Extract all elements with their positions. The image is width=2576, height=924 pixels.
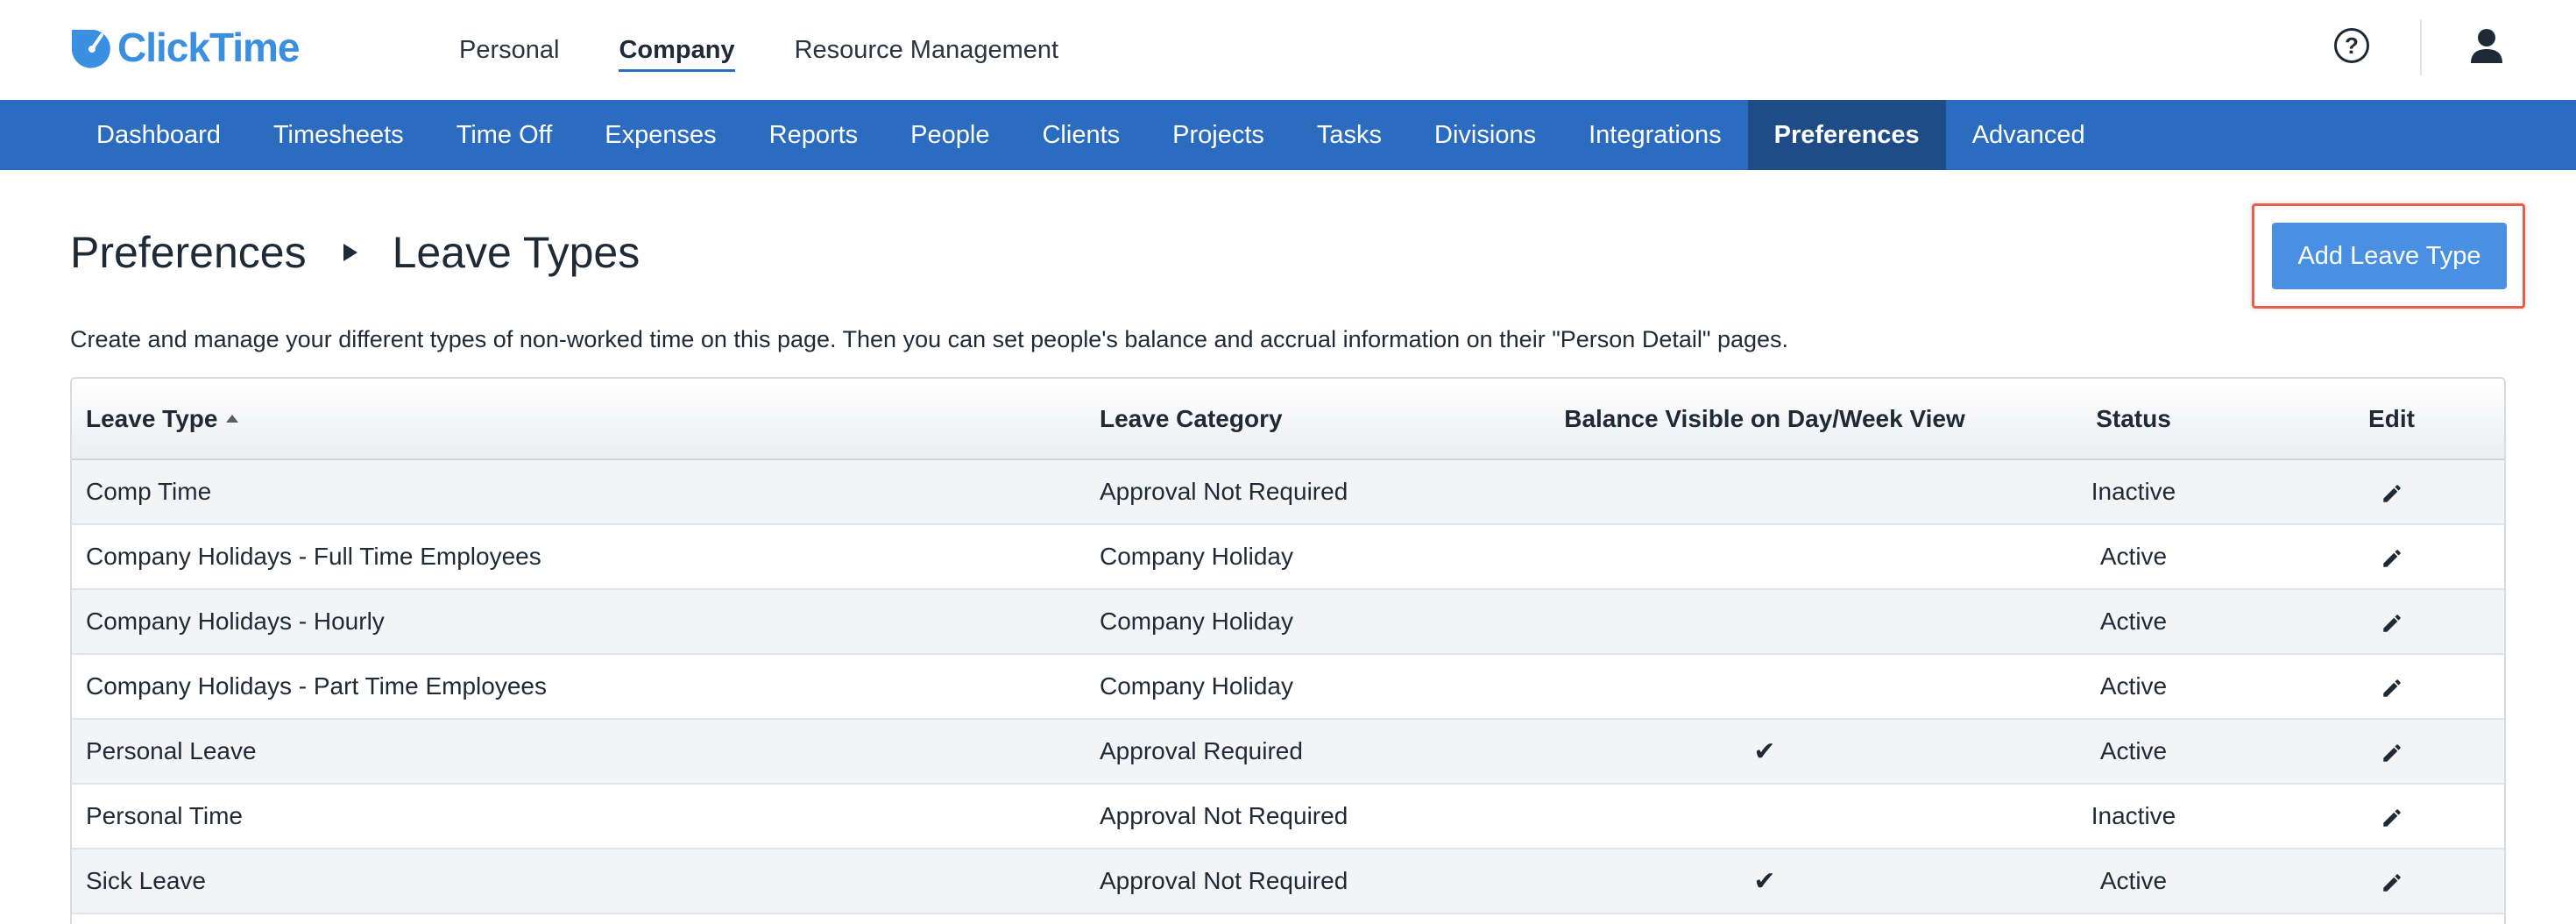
- cell-leave-category: Approval Not Required: [1086, 784, 1541, 849]
- topnav-company[interactable]: Company: [619, 0, 735, 100]
- page-description: Create and manage your different types o…: [70, 326, 1789, 352]
- subnav-reports[interactable]: Reports: [743, 100, 885, 170]
- topnav-personal[interactable]: Personal: [459, 0, 559, 100]
- subnav-people[interactable]: People: [884, 100, 1016, 170]
- cell-leave-category: Company Holiday: [1086, 524, 1541, 590]
- column-header-leave-category[interactable]: Leave Category: [1086, 379, 1541, 460]
- edit-pencil-icon[interactable]: [2381, 742, 2403, 764]
- top-bar: ClickTime Personal Company Resource Mana…: [0, 0, 2576, 100]
- edit-pencil-icon[interactable]: [2381, 482, 2403, 505]
- cell-balance-visible: [1541, 784, 1988, 849]
- cell-leave-type: Personal Leave: [72, 719, 1086, 785]
- cell-edit: [2279, 784, 2504, 849]
- cell-leave-type: Sick Leave: [72, 849, 1086, 914]
- column-header-status[interactable]: Status: [1988, 379, 2279, 460]
- breadcrumb-preferences[interactable]: Preferences: [70, 224, 307, 281]
- cell-status: Active: [1988, 849, 2279, 914]
- subnav-divisions[interactable]: Divisions: [1408, 100, 1562, 170]
- cell-balance-visible: [1541, 589, 1988, 655]
- table-row: Personal Time Approval Not Required Inacti…: [72, 784, 2504, 849]
- edit-pencil-icon[interactable]: [2381, 871, 2403, 894]
- cell-balance-visible: [1541, 459, 1988, 525]
- subnav-dashboard[interactable]: Dashboard: [70, 100, 247, 170]
- cell-leave-type: Personal Time: [72, 784, 1086, 849]
- column-header-leave-type[interactable]: Leave Type: [72, 379, 1086, 460]
- leave-types-table: Leave Type Leave Category Balance Visibl…: [70, 377, 2506, 924]
- subnav-timesheets[interactable]: Timesheets: [247, 100, 430, 170]
- cell-status: Active: [1988, 654, 2279, 720]
- sort-ascending-icon: [226, 414, 239, 423]
- checkmark-icon: ✔: [1753, 736, 1776, 766]
- cell-leave-type: Comp Time: [72, 459, 1086, 525]
- subnav-advanced[interactable]: Advanced: [1946, 100, 2112, 170]
- cell-status: Active: [1988, 589, 2279, 655]
- cell-edit: [2279, 849, 2504, 914]
- cell-leave-type: Company Holidays - Hourly: [72, 589, 1086, 655]
- page-title: Leave Types: [392, 228, 640, 277]
- cell-balance-visible: [1541, 654, 1988, 720]
- logo-text: ClickTime: [117, 25, 300, 70]
- cell-leave-category: Company Holiday: [1086, 654, 1541, 720]
- table-row: Sick Leave Approval Not Required ✔ Active: [72, 849, 2504, 914]
- edit-pencil-icon[interactable]: [2381, 612, 2403, 635]
- edit-pencil-icon[interactable]: [2381, 807, 2403, 829]
- subnav-expenses[interactable]: Expenses: [578, 100, 742, 170]
- table-row: Company Holidays - Hourly Company Holiday…: [72, 589, 2504, 655]
- subnav-time-off[interactable]: Time Off: [430, 100, 579, 170]
- cell-status: Active: [1988, 719, 2279, 785]
- table-row: Company Holidays - Full Time Employees Co…: [72, 524, 2504, 590]
- cell-leave-category: Approval Not Required: [1086, 849, 1541, 914]
- column-header-balance-visible[interactable]: Balance Visible on Day/Week View: [1541, 379, 1988, 460]
- cell-status: Active: [1988, 524, 2279, 590]
- clicktime-logo[interactable]: ClickTime: [68, 25, 300, 70]
- subnav-projects[interactable]: Projects: [1146, 100, 1291, 170]
- subnav-tasks[interactable]: Tasks: [1291, 100, 1408, 170]
- user-icon[interactable]: [2469, 26, 2504, 65]
- checkmark-icon: ✔: [1753, 866, 1776, 896]
- subnav-preferences[interactable]: Preferences: [1747, 100, 1946, 170]
- cell-edit: [2279, 589, 2504, 655]
- add-leave-type-button[interactable]: Add Leave Type: [2272, 223, 2507, 289]
- breadcrumb: Preferences Leave Types: [70, 224, 640, 281]
- table-header-row: Leave Type Leave Category Balance Visibl…: [72, 379, 2504, 460]
- cell-leave-category: Company Holiday: [1086, 589, 1541, 655]
- table-row: Company Holidays - Part Time Employees Co…: [72, 654, 2504, 720]
- cell-leave-category: Approval Required: [1086, 719, 1541, 785]
- edit-pencil-icon[interactable]: [2381, 547, 2403, 570]
- topnav-resource-management[interactable]: Resource Management: [795, 0, 1058, 100]
- cell-edit: [2279, 459, 2504, 525]
- subnav-clients[interactable]: Clients: [1016, 100, 1146, 170]
- cell-edit: [2279, 719, 2504, 785]
- edit-pencil-icon[interactable]: [2381, 677, 2403, 700]
- cell-leave-type: Company Holidays - Full Time Employees: [72, 524, 1086, 590]
- topbar-divider: [2420, 19, 2422, 75]
- cell-edit: [2279, 654, 2504, 720]
- top-navigation: Personal Company Resource Management: [459, 0, 1058, 100]
- cell-balance-visible: ✔: [1541, 849, 1988, 914]
- cell-balance-visible: ✔: [1541, 719, 1988, 785]
- cell-balance-visible: [1541, 524, 1988, 590]
- secondary-navigation: Dashboard Timesheets Time Off Expenses R…: [0, 100, 2576, 170]
- cell-status: Inactive: [1988, 459, 2279, 525]
- table-row: Comp Time Approval Not Required Inactive: [72, 459, 2504, 525]
- subnav-integrations[interactable]: Integrations: [1562, 100, 1748, 170]
- cell-status: Inactive: [1988, 784, 2279, 849]
- cell-leave-type: Company Holidays - Part Time Employees: [72, 654, 1086, 720]
- logo-speedometer-icon: [72, 30, 110, 68]
- cell-leave-category: Approval Not Required: [1086, 459, 1541, 525]
- table-row: Personal Leave Approval Required ✔ Active: [72, 719, 2504, 785]
- breadcrumb-arrow-icon: [343, 244, 357, 261]
- cell-edit: [2279, 524, 2504, 590]
- column-header-edit: Edit: [2279, 379, 2504, 460]
- help-icon[interactable]: ?: [2334, 28, 2369, 63]
